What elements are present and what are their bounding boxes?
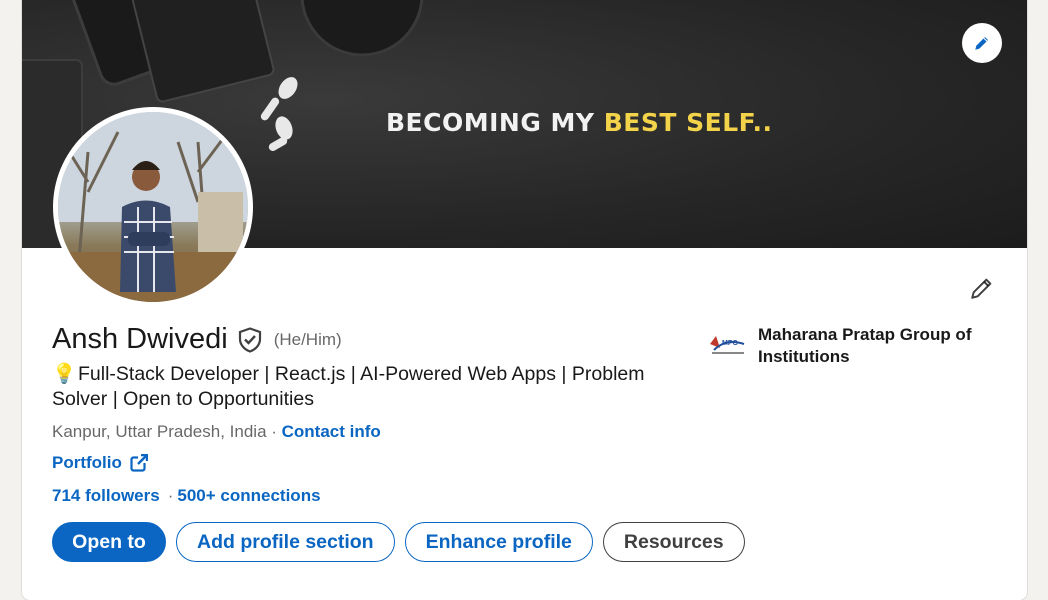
edit-banner-button[interactable] xyxy=(962,23,1002,63)
name-row: Ansh Dwivedi (He/Him) xyxy=(52,323,342,356)
pencil-icon xyxy=(975,37,988,50)
pronouns: (He/Him) xyxy=(273,329,342,349)
open-to-button[interactable]: Open to xyxy=(52,522,166,562)
avatar[interactable] xyxy=(58,112,248,302)
stats-separator: · xyxy=(167,486,174,505)
resources-button[interactable]: Resources xyxy=(602,522,745,562)
headline-text: Full-Stack Developer | React.js | AI-Pow… xyxy=(52,363,645,410)
portfolio-link[interactable]: Portfolio xyxy=(52,453,122,473)
profile-headline: 💡Full-Stack Developer | React.js | AI-Po… xyxy=(52,362,672,412)
banner-text-highlight: BEST SELF.. xyxy=(603,108,773,137)
location: Kanpur, Uttar Pradesh, India xyxy=(52,422,267,441)
edit-intro-button[interactable] xyxy=(962,268,1002,308)
verified-shield-icon[interactable] xyxy=(238,326,262,353)
pencil-icon xyxy=(971,278,992,299)
profile-photo-frame[interactable] xyxy=(53,107,253,307)
profile-name: Ansh Dwivedi xyxy=(52,323,228,355)
enhance-profile-button[interactable]: Enhance profile xyxy=(404,522,593,562)
portfolio-row: Portfolio xyxy=(52,453,148,473)
profile-card: BECOMING MY BEST SELF.. Ansh Dwivedi (He… xyxy=(22,0,1027,600)
network-stats: 714 followers · 500+ connections xyxy=(52,486,321,506)
external-link-icon[interactable] xyxy=(130,454,148,472)
school-logo-text: MPG xyxy=(722,340,739,347)
add-profile-section-button[interactable]: Add profile section xyxy=(176,522,395,562)
profile-actions: Open to Add profile section Enhance prof… xyxy=(52,522,745,562)
location-separator: · xyxy=(266,422,282,441)
followers-link[interactable]: 714 followers xyxy=(52,486,160,505)
connections-link[interactable]: 500+ connections xyxy=(177,486,320,505)
profile-photo xyxy=(58,112,248,302)
contact-info-link[interactable]: Contact info xyxy=(282,422,381,441)
lightbulb-icon: 💡 xyxy=(52,363,77,385)
banner-text-main: BECOMING MY xyxy=(386,108,604,137)
location-row: Kanpur, Uttar Pradesh, India · Contact i… xyxy=(52,422,381,442)
school-name: Maharana Pratap Group of Institutions xyxy=(758,325,972,366)
education-item[interactable]: MPG Maharana Pratap Group of Institution… xyxy=(706,324,998,368)
banner-headline: BECOMING MY BEST SELF.. xyxy=(386,108,773,137)
school-logo: MPG xyxy=(706,326,748,362)
